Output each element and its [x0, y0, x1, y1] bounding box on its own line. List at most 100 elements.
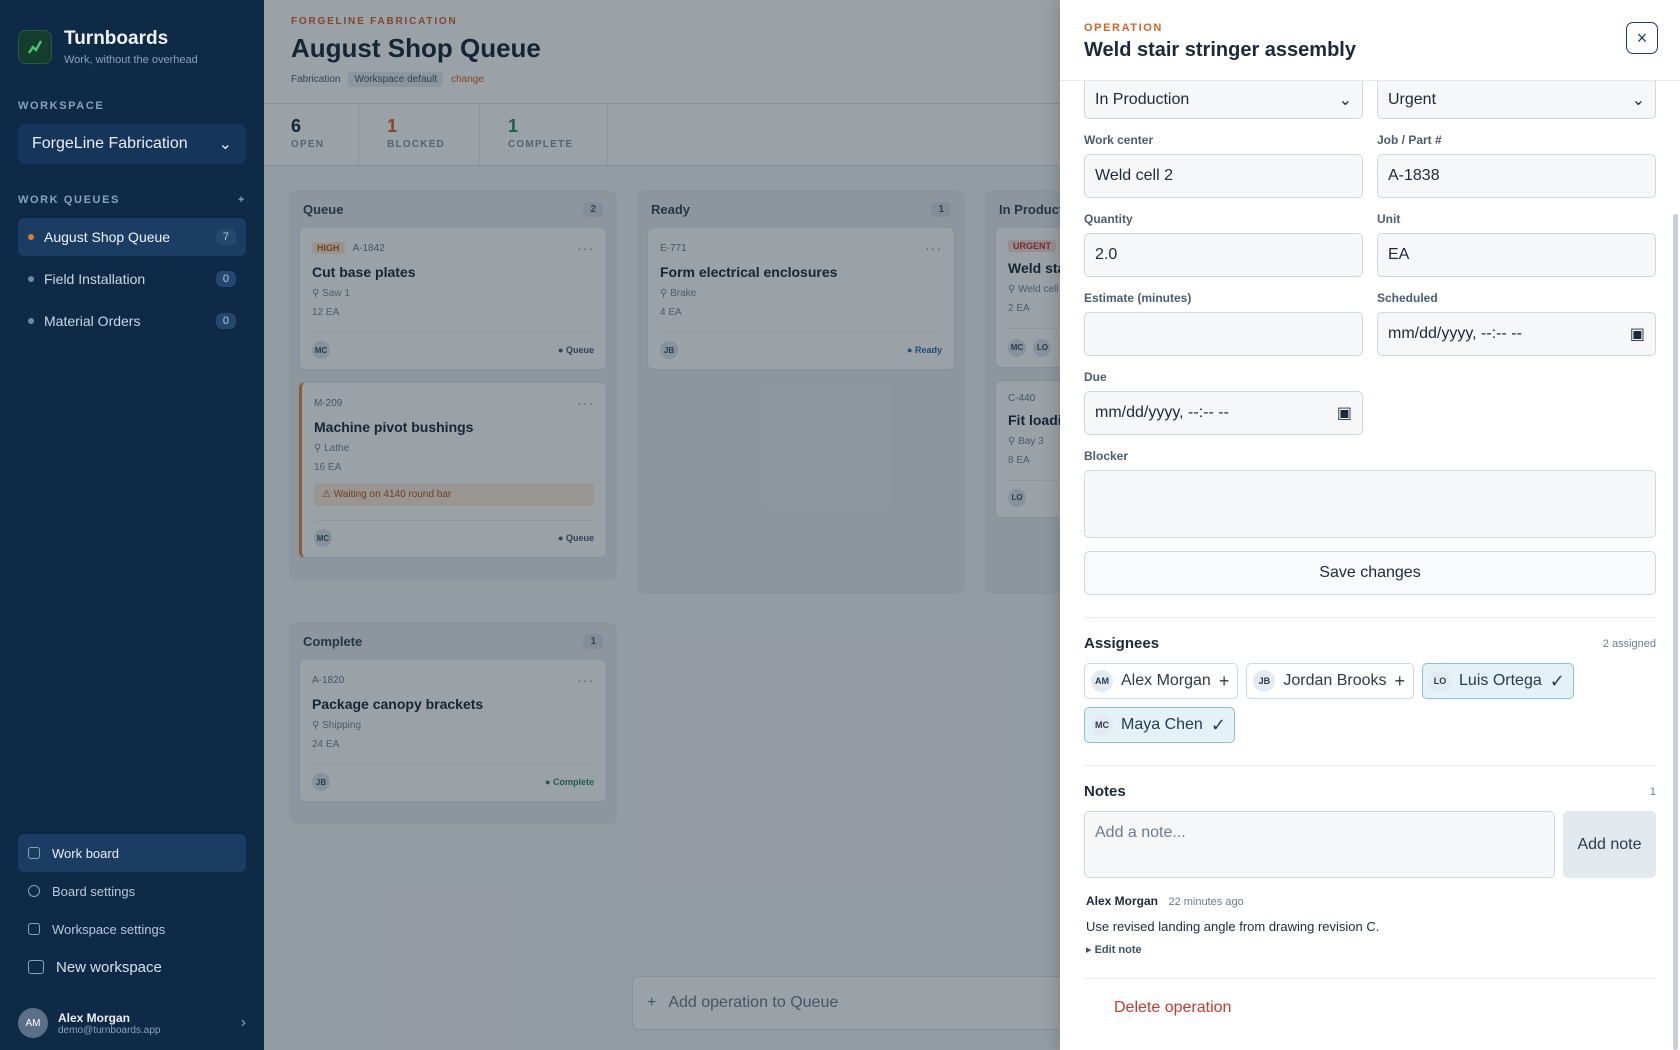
sidebar-item-field-installation[interactable]: Field Installation 0	[18, 260, 246, 298]
brand-name: Turnboards	[64, 28, 169, 49]
assignee-chip-jordan-brooks[interactable]: JB Jordan Brooks +	[1246, 663, 1415, 699]
avatar: MC	[1091, 714, 1113, 736]
stat-label: COMPLETE	[507, 139, 574, 150]
queue-dot-icon	[28, 234, 34, 240]
stage-badge: ● Queue	[558, 345, 594, 355]
chevron-right-icon: ›	[240, 1014, 246, 1031]
operation-card[interactable]: E-771 ··· Form electrical enclosures ⚲ B…	[647, 227, 955, 370]
close-icon: ×	[1636, 27, 1648, 48]
user-menu[interactable]: AM Alex Morgan demo@turnboards.app ›	[18, 1008, 246, 1038]
status-select[interactable]: In Production ⌄	[1084, 81, 1363, 119]
meta-change-link[interactable]: change	[451, 74, 484, 85]
column-ready: Ready 1 E-771 ··· Form electrical enclos…	[637, 190, 965, 594]
add-operation-label: Add operation to Queue	[668, 994, 839, 1011]
card-quantity: 16 EA	[314, 462, 342, 473]
blocker-textarea[interactable]	[1084, 470, 1656, 538]
stat-label: OPEN	[291, 139, 325, 150]
operation-card[interactable]: M-209 ··· Machine pivot bushings ⚲ Lathe…	[299, 382, 607, 558]
workspace-selected: ForgeLine Fabrication	[32, 135, 188, 152]
queue-count: 0	[215, 313, 236, 329]
assignee-chip-luis-ortega[interactable]: LO Luis Ortega ✓	[1422, 663, 1574, 699]
stat-open: 6 OPEN	[291, 104, 360, 165]
field-value: mm/dd/yyyy, --:-- --	[1388, 325, 1522, 342]
status-value: In Production	[1095, 90, 1190, 108]
queue-dot-icon	[28, 276, 34, 282]
workspace-select[interactable]: ForgeLine Fabrication ⌄	[18, 124, 246, 164]
field-value: EA	[1388, 246, 1410, 263]
work-queues-label: WORK QUEUES +	[18, 194, 246, 206]
link-label: Work board	[52, 845, 119, 861]
operation-drawer: OPERATION Weld stair stringer assembly ×…	[1060, 0, 1680, 1050]
pin-icon: ⚲	[312, 720, 323, 731]
due-label: Due	[1084, 370, 1107, 384]
priority-select[interactable]: Urgent ⌄	[1377, 81, 1656, 119]
close-button[interactable]: ×	[1626, 22, 1658, 54]
divider	[1084, 765, 1656, 766]
sidebar-item-workspace-settings[interactable]: Workspace settings	[18, 910, 246, 948]
field-value: Weld cell 2	[1095, 167, 1173, 184]
assignees-count: 2 assigned	[1602, 637, 1656, 650]
column-title: Ready	[651, 202, 691, 217]
add-queue-icon[interactable]: +	[238, 194, 246, 206]
drawer-eyebrow: OPERATION	[1084, 22, 1163, 34]
stat-number: 1	[507, 116, 518, 136]
estimate-field[interactable]	[1084, 312, 1363, 356]
column-header: Complete 1	[299, 632, 607, 659]
save-button[interactable]: Save changes	[1084, 551, 1656, 595]
user-email: demo@turnboards.app	[58, 1024, 161, 1036]
brand-tagline: Work, without the overhead	[64, 54, 198, 66]
queue-label: August Shop Queue	[44, 229, 171, 245]
scheduled-field[interactable]: mm/dd/yyyy, --:-- -- ▣	[1377, 312, 1656, 356]
more-icon[interactable]: ···	[577, 395, 594, 411]
assignee-chip-maya-chen[interactable]: MC Maya Chen ✓	[1084, 707, 1235, 743]
card-id: A-1820	[312, 674, 345, 686]
edit-note-toggle[interactable]: ▸ Edit note	[1086, 943, 1656, 956]
delete-operation-button[interactable]: Delete operation	[1084, 978, 1656, 1018]
add-operation-button[interactable]: + Add operation to Queue	[632, 976, 1072, 1030]
link-label: New workspace	[56, 958, 162, 976]
calendar-icon[interactable]: ▣	[1630, 324, 1645, 344]
sidebar-item-new-workspace[interactable]: New workspace	[18, 948, 246, 986]
plus-icon: +	[647, 994, 657, 1011]
sidebar-item-material-orders[interactable]: Material Orders 0	[18, 302, 246, 340]
assignees-header: Assignees 2 assigned	[1084, 635, 1656, 652]
building-icon	[28, 960, 44, 974]
more-icon[interactable]: ···	[925, 240, 942, 256]
sidebar-item-august-shop-queue[interactable]: August Shop Queue 7	[18, 218, 246, 256]
assignee-name: Jordan Brooks	[1283, 672, 1387, 689]
column-header: Ready 1	[647, 200, 955, 227]
assignee-name: Alex Morgan	[1121, 672, 1211, 689]
sidebar-bottom: Work board Board settings Workspace sett…	[18, 834, 246, 1038]
operation-card[interactable]: A-1820 ··· Package canopy brackets ⚲ Shi…	[299, 659, 607, 802]
sidebar: Turnboards Work, without the overhead WO…	[0, 0, 264, 1050]
note-timestamp: 22 minutes ago	[1168, 896, 1244, 908]
add-note-button[interactable]: Add note	[1563, 811, 1656, 878]
due-field[interactable]: mm/dd/yyyy, --:-- -- ▣	[1084, 391, 1363, 435]
meta-default: Workspace default	[348, 72, 444, 87]
gear-icon	[28, 885, 40, 897]
work-center-field[interactable]: Weld cell 2	[1084, 154, 1363, 198]
calendar-icon[interactable]: ▣	[1337, 403, 1352, 423]
operation-card[interactable]: HIGH A-1842 ··· Cut base plates ⚲ Saw 1 …	[299, 227, 607, 370]
drawer-scrollbar[interactable]	[1673, 214, 1678, 1050]
sidebar-item-work-board[interactable]: Work board	[18, 834, 246, 872]
more-icon[interactable]: ···	[577, 240, 594, 256]
quantity-field[interactable]: 2.0	[1084, 233, 1363, 277]
brand: Turnboards Work, without the overhead	[18, 0, 246, 66]
sidebar-item-board-settings[interactable]: Board settings	[18, 872, 246, 910]
plus-icon: +	[1394, 670, 1406, 691]
drawer-body: In Production ⌄ Urgent ⌄ Work center Wel…	[1060, 81, 1680, 1050]
stat-blocked: 1 BLOCKED	[387, 104, 480, 165]
job-field[interactable]: A-1838	[1377, 154, 1656, 198]
avatar: LO	[1008, 488, 1026, 507]
unit-field[interactable]: EA	[1377, 233, 1656, 277]
stat-label: BLOCKED	[387, 139, 445, 150]
assignee-name: Maya Chen	[1121, 716, 1203, 733]
card-id: E-771	[660, 242, 687, 254]
assignee-chip-alex-morgan[interactable]: AM Alex Morgan +	[1084, 663, 1239, 699]
note-input[interactable]: Add a note...	[1084, 811, 1555, 878]
more-icon[interactable]: ···	[577, 672, 594, 688]
quantity-label: Quantity	[1084, 212, 1133, 226]
meta-tag: Fabrication	[291, 74, 341, 85]
column-count: 1	[583, 634, 603, 649]
